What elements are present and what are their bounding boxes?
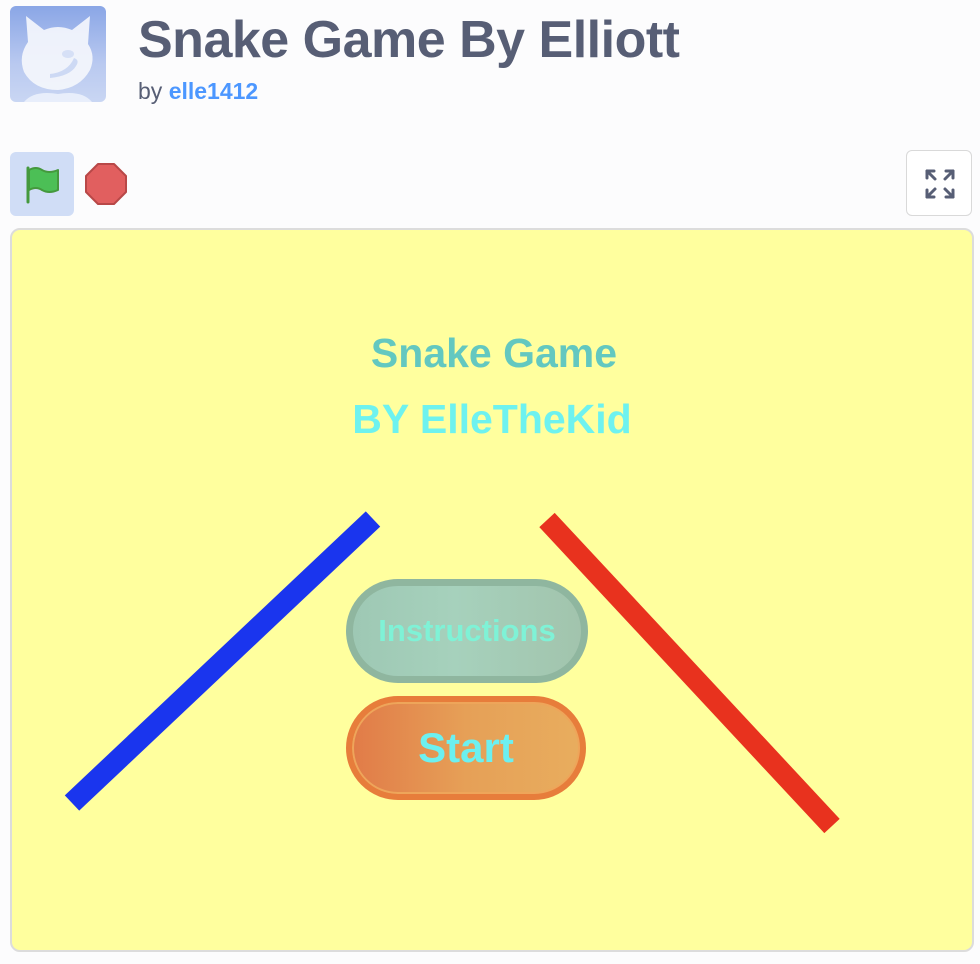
fullscreen-button[interactable]	[906, 150, 972, 216]
instructions-button[interactable]: Instructions	[346, 579, 588, 683]
green-flag-icon	[26, 166, 59, 204]
fullscreen-icon	[925, 169, 955, 199]
green-flag-button[interactable]	[10, 152, 74, 216]
stop-button[interactable]	[84, 162, 128, 206]
stop-icon	[85, 163, 127, 205]
project-byline: by elle1412	[138, 78, 258, 105]
game-stage[interactable]: Snake Game BY ElleTheKid Instructions St…	[10, 228, 974, 952]
byline-prefix: by	[138, 78, 163, 104]
right-red-line	[539, 512, 840, 834]
stage-title: Snake Game	[370, 330, 618, 376]
author-avatar[interactable]	[10, 6, 106, 102]
left-blue-line	[64, 511, 381, 811]
project-title: Snake Game By Elliott	[138, 11, 680, 69]
stage-subtitle: BY ElleTheKid	[352, 396, 632, 442]
author-link[interactable]: elle1412	[169, 78, 259, 104]
project-page: Snake Game By Elliott by elle1412 Snake …	[0, 0, 980, 964]
scratch-cat-icon	[21, 16, 93, 102]
start-button[interactable]: Start	[346, 696, 586, 800]
